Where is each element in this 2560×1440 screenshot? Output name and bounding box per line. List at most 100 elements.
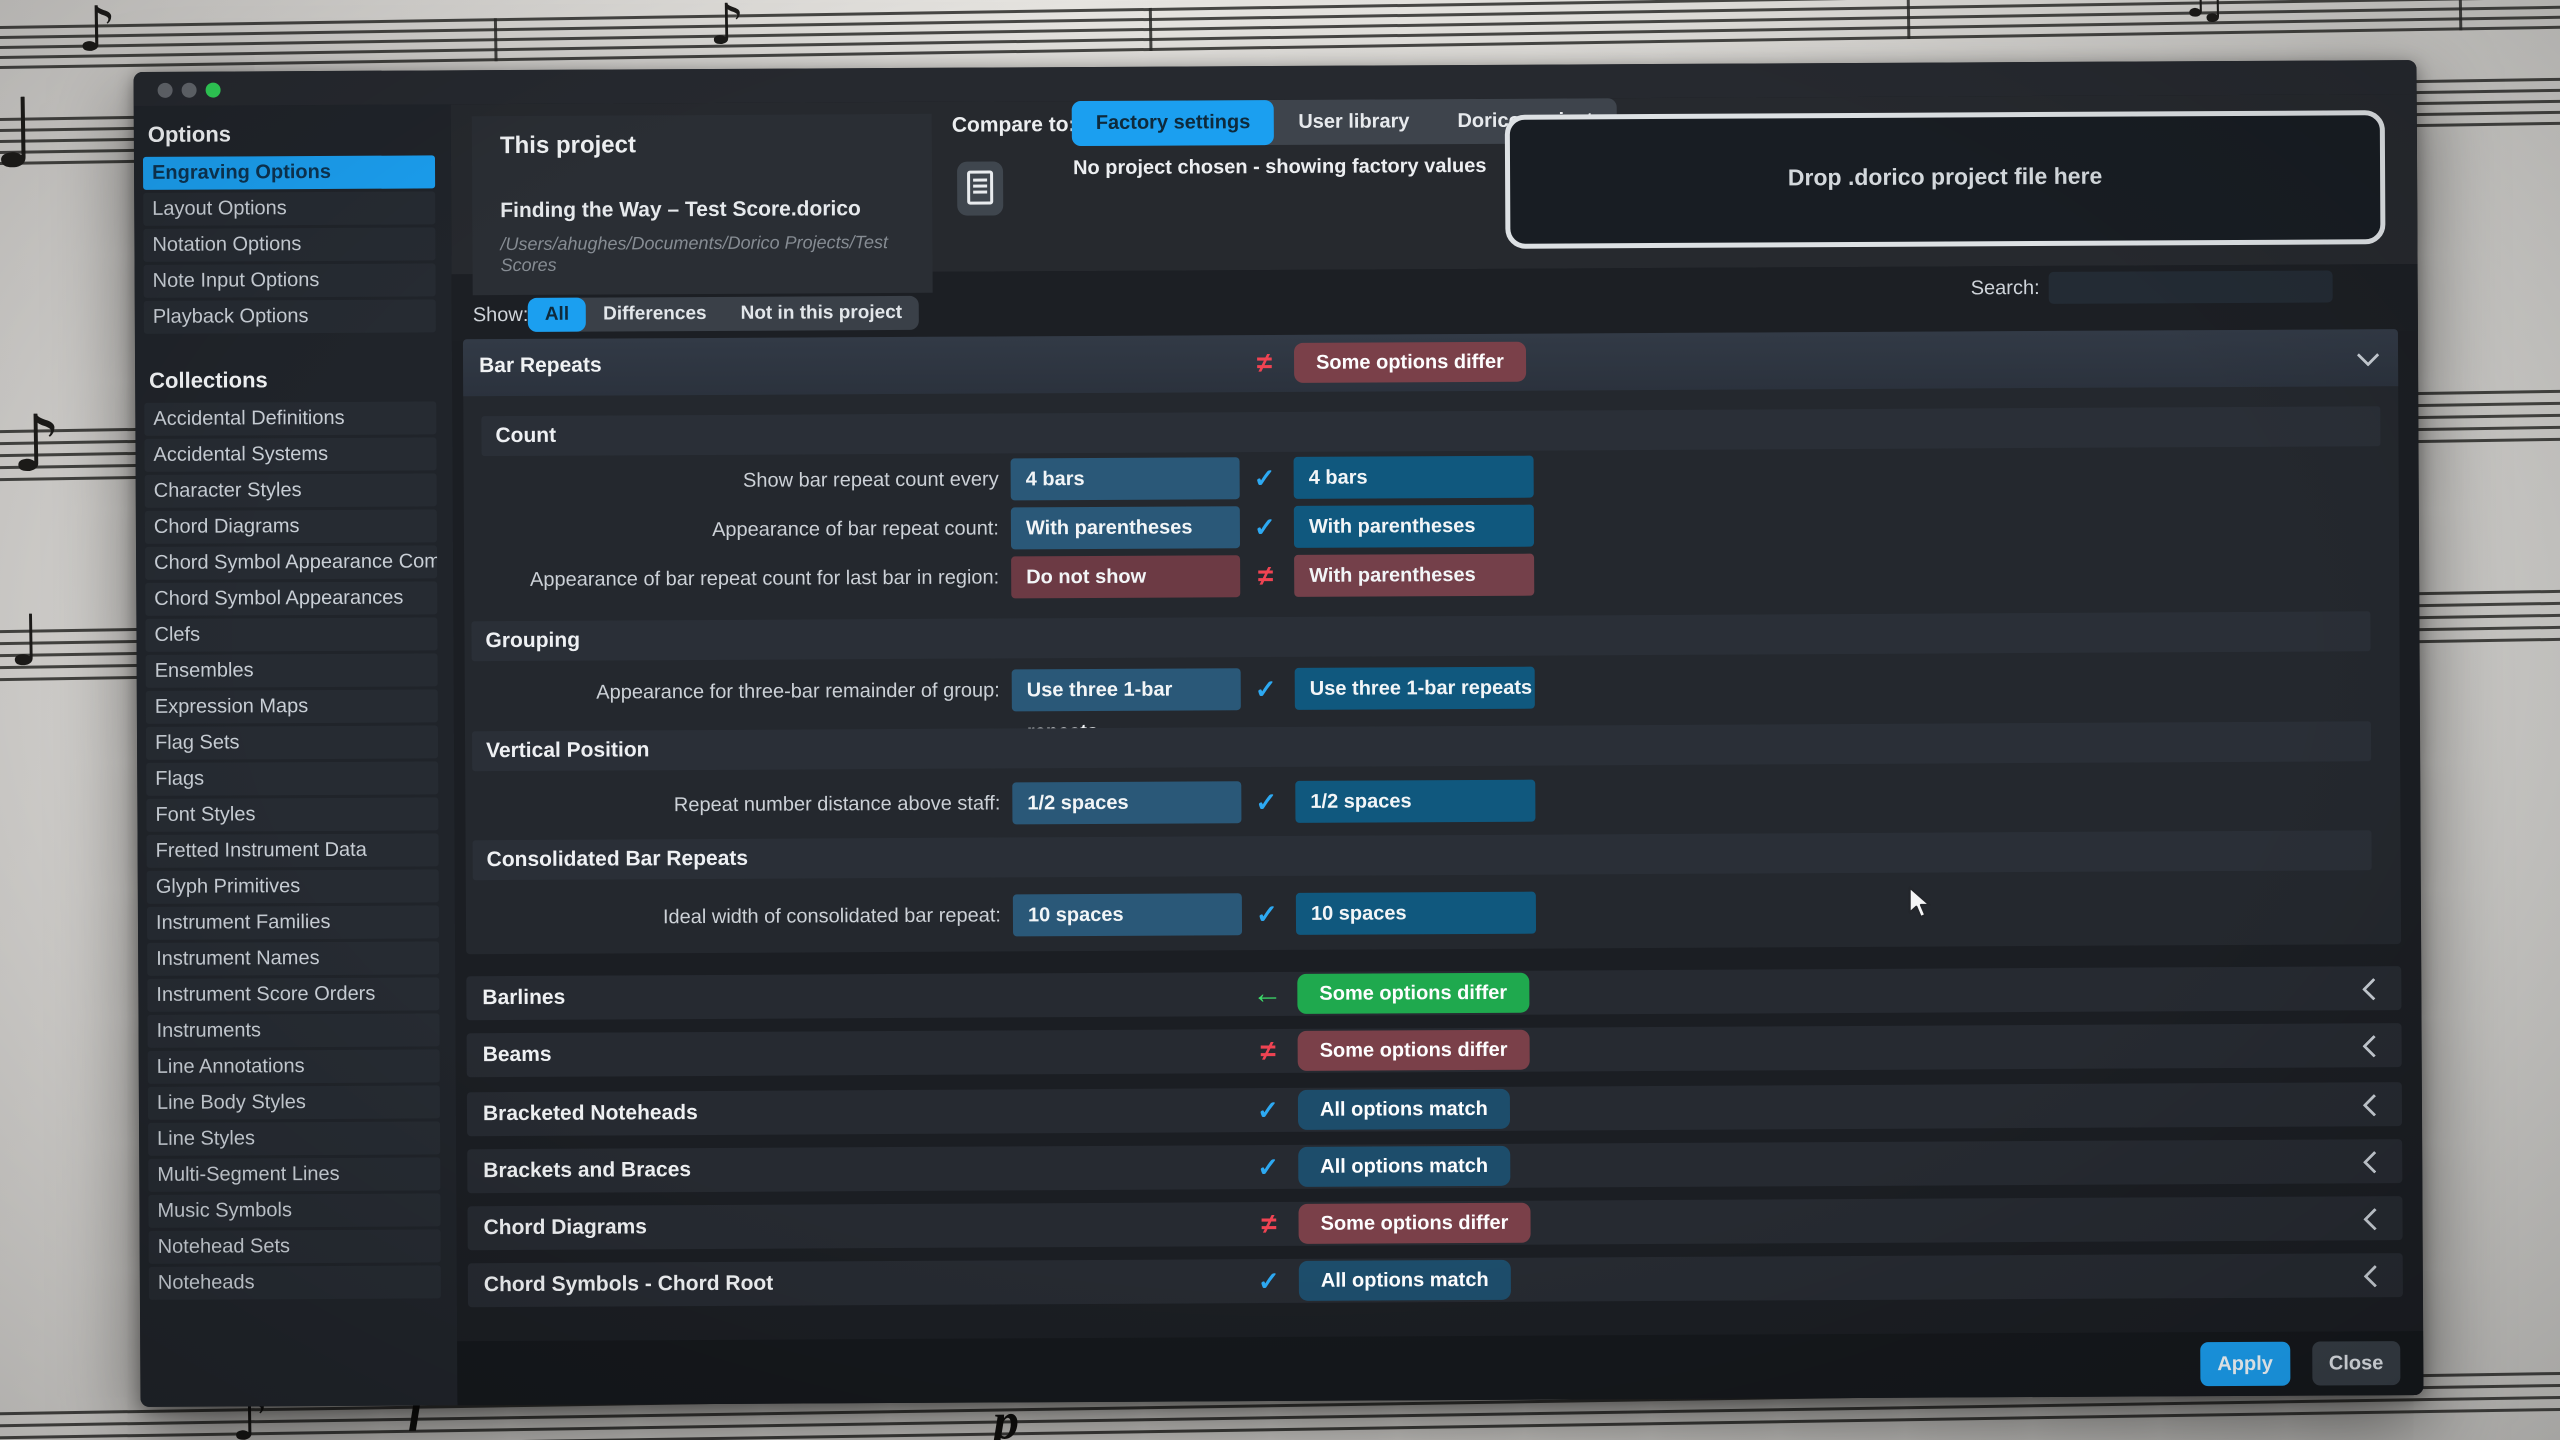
sidebar-item-notation-options[interactable]: Notation Options xyxy=(143,227,435,262)
search-input[interactable] xyxy=(2049,270,2333,303)
this-project-title: This project xyxy=(500,131,636,160)
sidebar-item-flags[interactable]: Flags xyxy=(146,761,438,796)
sidebar-item-instrument-families[interactable]: Instrument Families xyxy=(147,905,439,940)
chevron-down-icon[interactable] xyxy=(2357,344,2380,367)
sidebar-item-layout-options[interactable]: Layout Options xyxy=(143,191,435,226)
sidebar-item-accidental-systems[interactable]: Accidental Systems xyxy=(144,437,436,472)
sidebar-item-instrument-score-orders[interactable]: Instrument Score Orders xyxy=(147,977,439,1012)
chevron-left-icon[interactable] xyxy=(2364,1265,2387,1288)
zoom-window-button[interactable] xyxy=(206,83,221,98)
project-file-path: /Users/ahughes/Documents/Dorico Projects… xyxy=(500,232,932,276)
section-title: Bar Repeats xyxy=(479,354,602,379)
check-icon: ✓ xyxy=(1243,506,1287,548)
project-drop-zone[interactable]: Drop .dorico project file here xyxy=(1505,110,2386,249)
sidebar-item-multi-segment-lines[interactable]: Multi-Segment Lines xyxy=(148,1157,440,1192)
sidebar-item-instrument-names[interactable]: Instrument Names xyxy=(147,941,439,976)
sidebar-item-music-symbols[interactable]: Music Symbols xyxy=(148,1193,440,1228)
show-filter-label: Show: xyxy=(473,304,529,327)
close-window-button[interactable] xyxy=(158,83,173,98)
sidebar-item-expression-maps[interactable]: Expression Maps xyxy=(146,689,438,724)
music-note-icon: ♩ xyxy=(0,77,39,190)
section-status: ✓ All options match xyxy=(1246,1146,1510,1187)
sidebar-item-fretted-instrument-data[interactable]: Fretted Instrument Data xyxy=(147,833,439,868)
section-header-bar-repeats[interactable]: Bar Repeats ≠ Some options differ xyxy=(463,329,2398,396)
sidebar-item-note-input-options[interactable]: Note Input Options xyxy=(144,263,436,298)
sidebar-item-instruments[interactable]: Instruments xyxy=(147,1013,439,1048)
section-row-brackets-and-braces[interactable]: Brackets and Braces ✓ All options match xyxy=(467,1139,2402,1193)
sidebar-item-engraving-options[interactable]: Engraving Options xyxy=(143,155,435,190)
choose-project-button[interactable] xyxy=(957,161,1003,215)
sidebar-item-ensembles[interactable]: Ensembles xyxy=(146,653,438,688)
search-label: Search: xyxy=(1971,277,2040,300)
section-row-chord-diagrams[interactable]: Chord Diagrams ≠ Some options differ xyxy=(467,1196,2402,1250)
section-title: Barlines xyxy=(482,976,565,1020)
sidebar-item-line-styles[interactable]: Line Styles xyxy=(148,1121,440,1156)
sidebar-item-line-body-styles[interactable]: Line Body Styles xyxy=(148,1085,440,1120)
sidebar-item-accidental-definitions[interactable]: Accidental Definitions xyxy=(144,401,436,436)
sidebar-item-noteheads[interactable]: Noteheads xyxy=(149,1265,441,1300)
sidebar-item-clefs[interactable]: Clefs xyxy=(145,617,437,652)
project-value-dropdown[interactable]: 10 spaces xyxy=(1013,893,1242,936)
option-label: Repeat number distance above staff: xyxy=(465,782,1000,827)
tab-user-library[interactable]: User library xyxy=(1274,99,1433,145)
sidebar-item-font-styles[interactable]: Font Styles xyxy=(146,797,438,832)
compare-to-label: Compare to: xyxy=(952,113,1076,138)
chevron-left-icon[interactable] xyxy=(2363,1094,2386,1117)
sidebar: Options Engraving Options Layout Options… xyxy=(134,104,458,1407)
sidebar-item-flag-sets[interactable]: Flag Sets xyxy=(146,725,438,760)
filter-differences[interactable]: Differences xyxy=(586,297,724,332)
bar-line xyxy=(2459,0,2463,30)
not-equal-icon: ≠ xyxy=(1246,1208,1290,1240)
section-row-barlines[interactable]: Barlines ← Some options differ xyxy=(466,966,2401,1020)
group-title: Count xyxy=(481,406,2380,456)
section-status: ≠ Some options differ xyxy=(1242,342,1526,383)
chevron-left-icon[interactable] xyxy=(2362,1035,2385,1058)
sidebar-item-notehead-sets[interactable]: Notehead Sets xyxy=(149,1229,441,1264)
sidebar-item-chord-symbol-appearance-components[interactable]: Chord Symbol Appearance Components xyxy=(145,545,437,580)
project-value-dropdown[interactable]: 4 bars xyxy=(1011,457,1240,500)
screen: ♪ ♪ ♫ ♩ ♪ ♩ ♪ f p Options Engraving Opti… xyxy=(0,0,2560,1440)
status-badge: Some options differ xyxy=(1298,1203,1530,1244)
sidebar-options-header: Options xyxy=(134,112,451,157)
chevron-left-icon[interactable] xyxy=(2363,1151,2386,1174)
factory-value-box: 1/2 spaces xyxy=(1295,780,1535,823)
section-title: Beams xyxy=(483,1033,552,1077)
section-row-beams[interactable]: Beams ≠ Some options differ xyxy=(467,1023,2402,1077)
section-status: ≠ Some options differ xyxy=(1246,1030,1530,1071)
project-value-dropdown[interactable]: With parentheses xyxy=(1011,506,1240,549)
section-title: Brackets and Braces xyxy=(483,1148,691,1193)
section-status: ≠ Some options differ xyxy=(1246,1203,1530,1244)
sidebar-item-line-annotations[interactable]: Line Annotations xyxy=(148,1049,440,1084)
filter-not-in-this-project[interactable]: Not in this project xyxy=(723,296,919,331)
this-project-panel: This project Finding the Way – Test Scor… xyxy=(472,114,933,295)
bar-line xyxy=(494,18,498,61)
apply-button[interactable]: Apply xyxy=(2200,1342,2290,1386)
project-value-dropdown[interactable]: Use three 1-bar repeats xyxy=(1012,668,1241,711)
sidebar-item-chord-symbol-appearances[interactable]: Chord Symbol Appearances xyxy=(145,581,437,616)
chevron-left-icon[interactable] xyxy=(2363,1208,2386,1231)
sidebar-item-playback-options[interactable]: Playback Options xyxy=(144,299,436,334)
close-button[interactable]: Close xyxy=(2312,1341,2401,1385)
section-row-chord-symbols-chord-root[interactable]: Chord Symbols - Chord Root ✓ All options… xyxy=(468,1253,2403,1307)
filter-all[interactable]: All xyxy=(528,298,586,332)
section-status: ← Some options differ xyxy=(1245,973,1529,1014)
sidebar-item-chord-diagrams[interactable]: Chord Diagrams xyxy=(145,509,437,544)
factory-value-box: With parentheses xyxy=(1294,505,1534,548)
factory-value-box: 4 bars xyxy=(1294,456,1534,499)
minimize-window-button[interactable] xyxy=(182,83,197,98)
sidebar-item-glyph-primitives[interactable]: Glyph Primitives xyxy=(147,869,439,904)
tab-factory-settings[interactable]: Factory settings xyxy=(1072,100,1275,146)
sidebar-item-character-styles[interactable]: Character Styles xyxy=(145,473,437,508)
section-row-bracketed-noteheads[interactable]: Bracketed Noteheads ✓ All options match xyxy=(467,1082,2402,1136)
status-badge: All options match xyxy=(1299,1260,1511,1301)
main-panel: This project Finding the Way – Test Scor… xyxy=(451,94,2424,1405)
compare-status-text: No project chosen - showing factory valu… xyxy=(1073,155,1487,180)
section-title: Chord Symbols - Chord Root xyxy=(484,1262,774,1308)
project-value-dropdown[interactable]: Do not show xyxy=(1011,555,1240,598)
section-status: ✓ All options match xyxy=(1247,1260,1511,1301)
project-file-name: Finding the Way – Test Score.dorico xyxy=(500,197,861,223)
project-value-dropdown[interactable]: 1/2 spaces xyxy=(1012,781,1241,824)
status-badge: Some options differ xyxy=(1294,342,1526,383)
chevron-left-icon[interactable] xyxy=(2362,978,2385,1001)
check-icon: ✓ xyxy=(1246,1094,1290,1125)
